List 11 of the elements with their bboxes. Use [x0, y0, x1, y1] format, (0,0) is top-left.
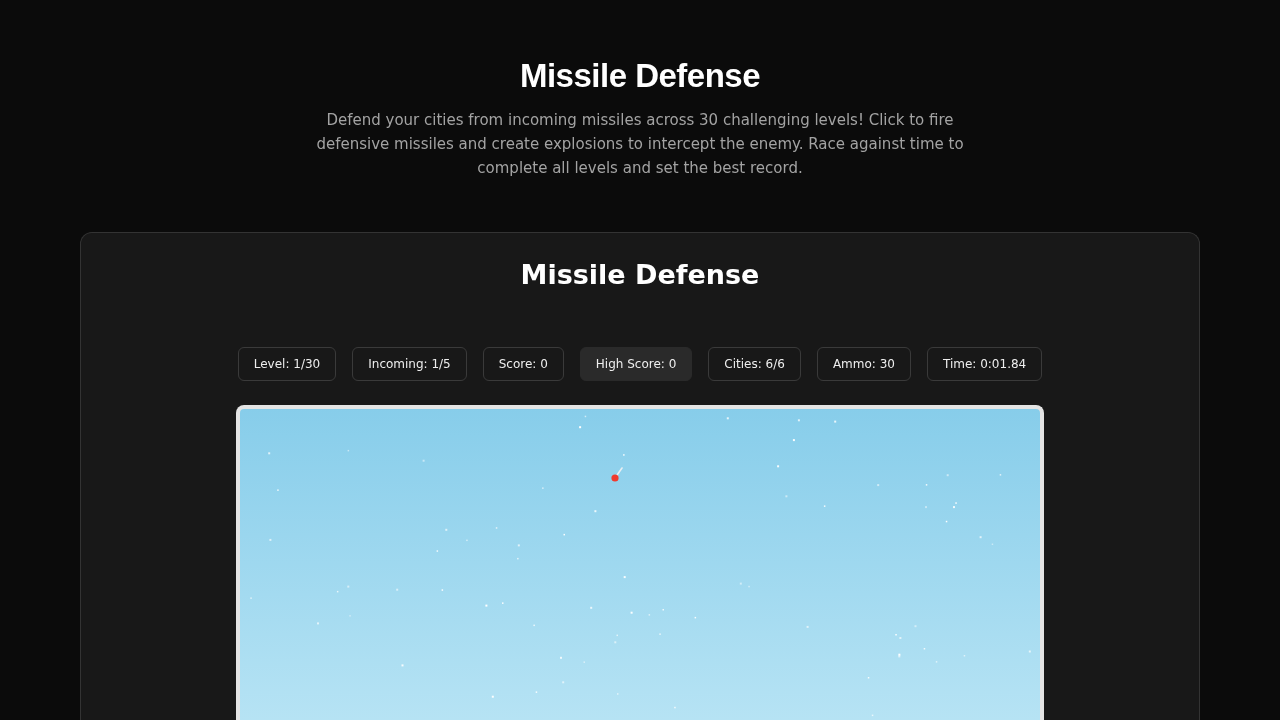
page-title: Missile Defense	[518, 56, 762, 96]
stat-readout: Cities: 6/6	[708, 347, 801, 381]
missile-icon	[611, 467, 623, 482]
stat-readout: Incoming: 1/5	[352, 347, 467, 381]
stat-readout: High Score: 0	[579, 347, 693, 381]
stat-readout: Ammo: 30	[816, 347, 911, 381]
stat-readout: Level: 1/30	[237, 347, 337, 381]
page-description: Defend your cities from incoming missiles across 30 challenging levels! Click to fire defensive missiles and create explosions to intercept the enemy. Race against time to complete all levels and set the best record.	[315, 110, 965, 179]
stat-readout: Score: 0	[482, 347, 564, 381]
stat-readout: Time: 0:01.84	[926, 347, 1043, 381]
game-title: Missile Defense	[519, 258, 761, 292]
